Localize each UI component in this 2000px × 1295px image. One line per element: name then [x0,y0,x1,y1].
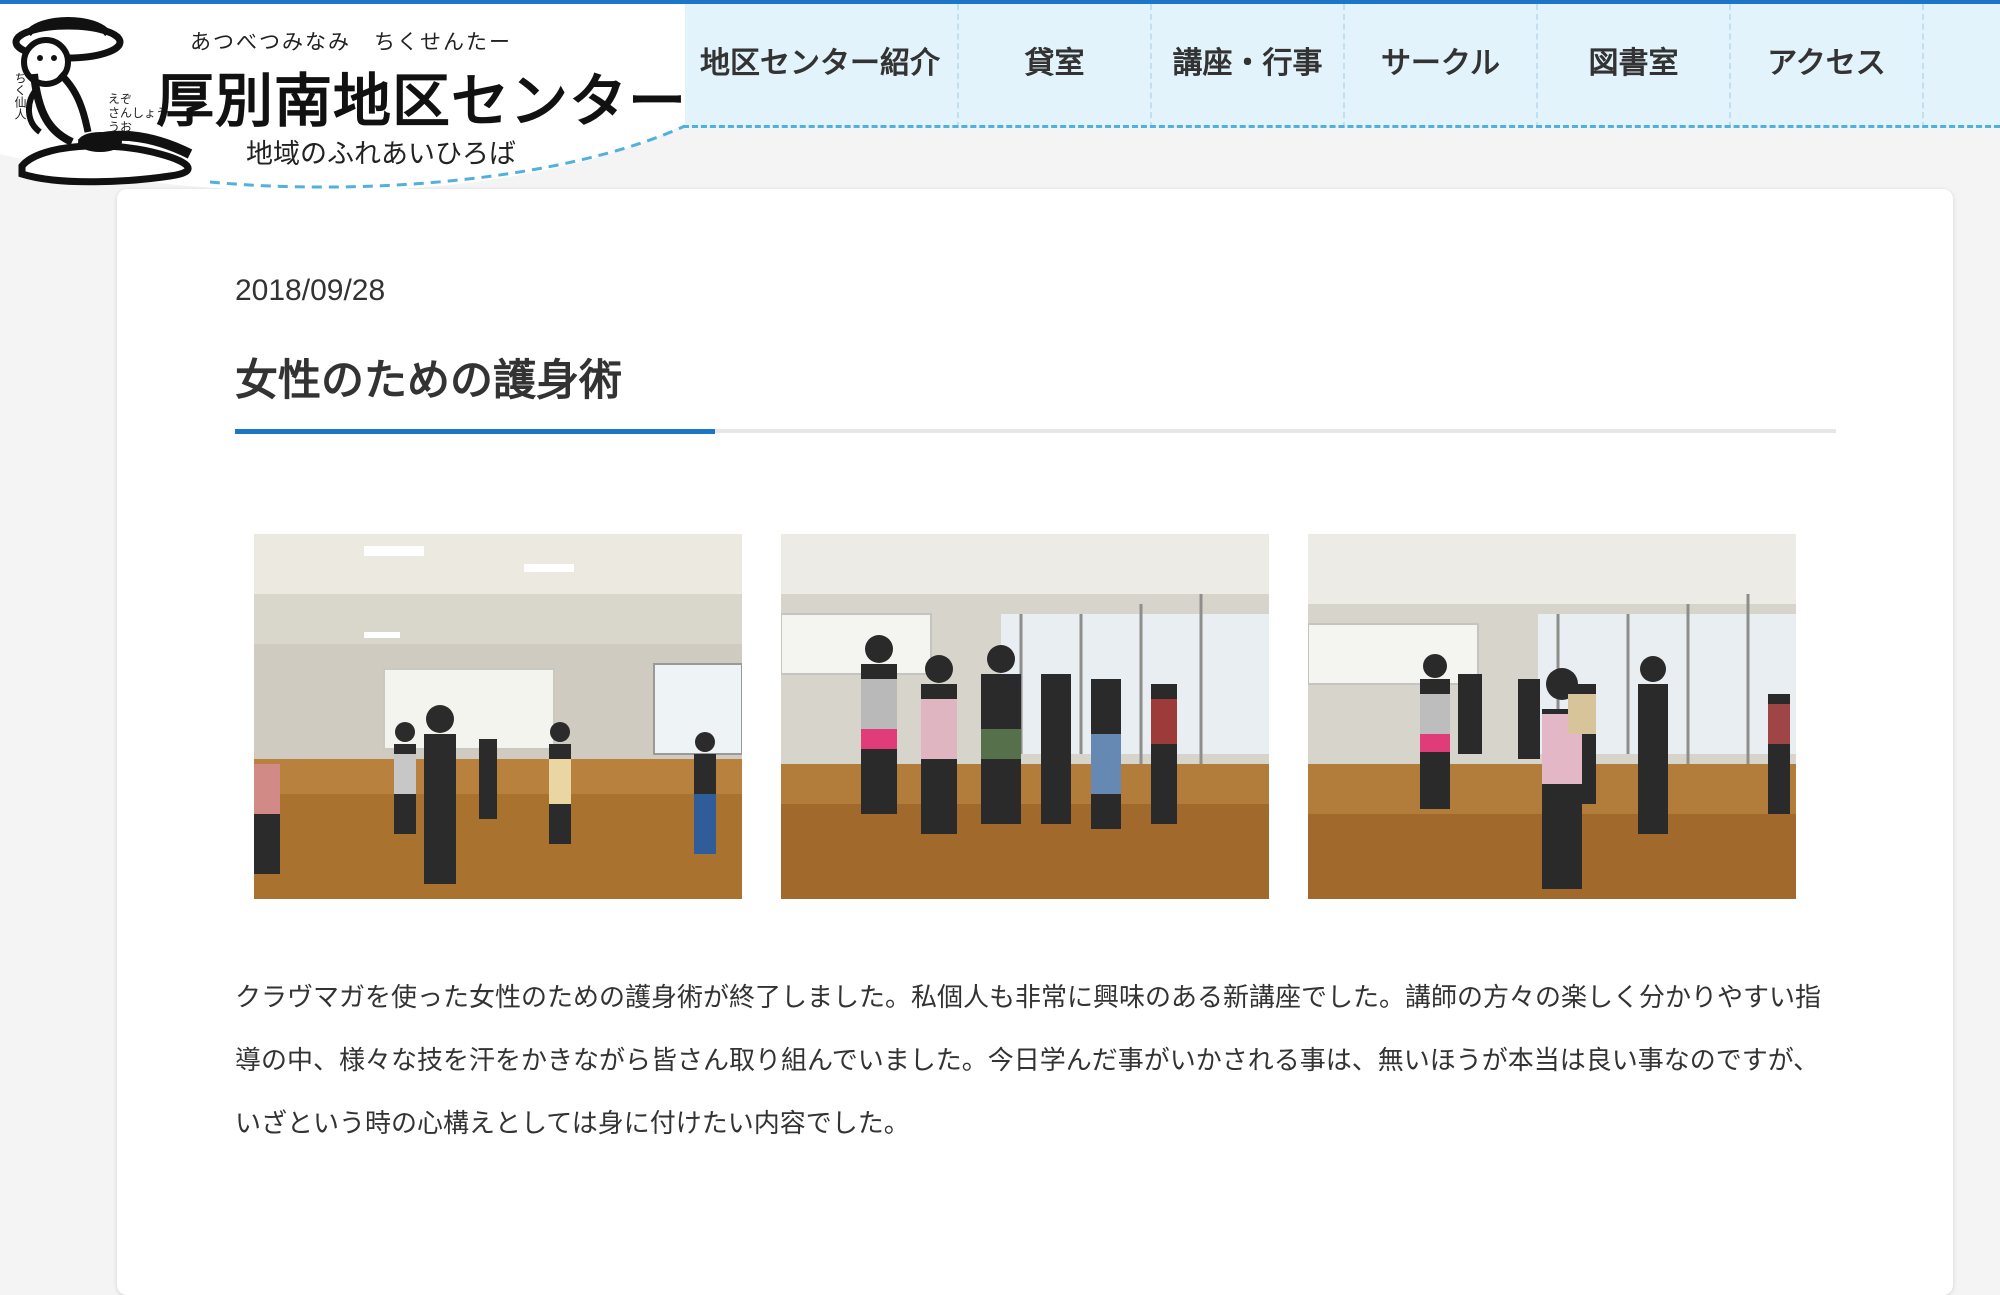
site-name: 厚別南地区センター [156,67,688,135]
nav-item-library[interactable]: 図書室 [1538,4,1731,128]
post-body: クラヴマガを使った女性のための護身術が終了しました。私個人も非常に興味のある新講… [235,983,1822,1139]
site-logo[interactable]: ちく仙人 えぞ さんしょう うお あつべつみなみ ちくせんたー 厚別南地区センタ… [0,4,690,194]
nav-item-room-rental[interactable]: 貸室 [959,4,1152,128]
post-date: 2018/09/28 [235,274,386,307]
site-name-ruby: あつべつみなみ ちくせんたー [190,30,512,54]
site-tagline: 地域のふれあいひろば [246,139,516,170]
main-nav: 地区センター紹介 貸室 講座・行事 サークル 図書室 アクセス [683,4,2000,128]
nav-item-events[interactable]: 講座・行事 [1152,4,1345,128]
title-divider-accent [235,429,715,434]
title-divider [235,429,1836,434]
nav-item-circles[interactable]: サークル [1345,4,1538,128]
workshop-photo-1[interactable] [254,534,742,899]
workshop-photo-2[interactable] [781,534,1269,899]
post-card: 2018/09/28 女性のための護身術 クラヴマガを使った女性のための護身術が… [117,189,1953,1295]
workshop-photo-3[interactable] [1308,534,1796,899]
mascot-label: ちく仙人 [13,72,27,120]
post-title: 女性のための護身術 [235,356,622,406]
nav-item-access[interactable]: アクセス [1731,4,1924,128]
nav-item-intro[interactable]: 地区センター紹介 [683,4,959,128]
